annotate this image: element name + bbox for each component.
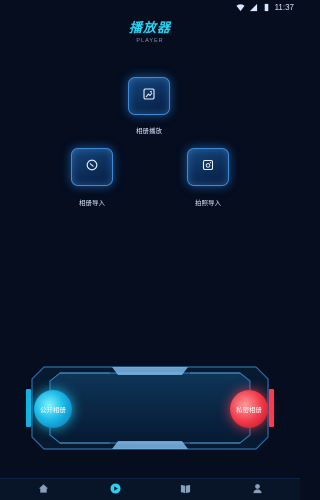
nav-home[interactable] (36, 483, 50, 497)
camera-import-button[interactable] (187, 148, 229, 186)
home-icon (38, 481, 49, 499)
bottom-nav (0, 478, 300, 500)
album-import-icon (86, 158, 98, 176)
public-album-button[interactable]: 公开相册 (34, 390, 72, 428)
album-play-label: 相册播放 (136, 128, 162, 135)
status-time: 11:37 (274, 2, 294, 12)
private-album-button[interactable]: 私密相册 (230, 390, 268, 428)
nav-book[interactable] (178, 483, 192, 497)
page-title: 播放器 (128, 20, 171, 35)
private-album-label: 私密相册 (236, 407, 262, 414)
album-import-button[interactable] (71, 148, 113, 186)
camera-import-icon (202, 158, 214, 176)
status-bar: 11:37 (0, 0, 300, 14)
wifi-icon (236, 3, 245, 12)
public-album-label: 公开相册 (40, 407, 66, 414)
nav-profile[interactable] (250, 483, 264, 497)
page-subtitle: PLAYER (136, 38, 164, 44)
album-play-button[interactable] (128, 77, 170, 115)
play-icon (109, 481, 121, 499)
camera-import-label: 拍照导入 (195, 200, 221, 207)
profile-icon (252, 481, 263, 499)
signal-icon (249, 3, 258, 12)
page-header: 播放器 PLAYER (0, 17, 300, 44)
album-import-label: 相册导入 (79, 200, 105, 207)
book-icon (180, 481, 191, 499)
battery-icon (262, 3, 271, 12)
album-play-icon (143, 87, 155, 105)
nav-play[interactable] (108, 483, 122, 497)
